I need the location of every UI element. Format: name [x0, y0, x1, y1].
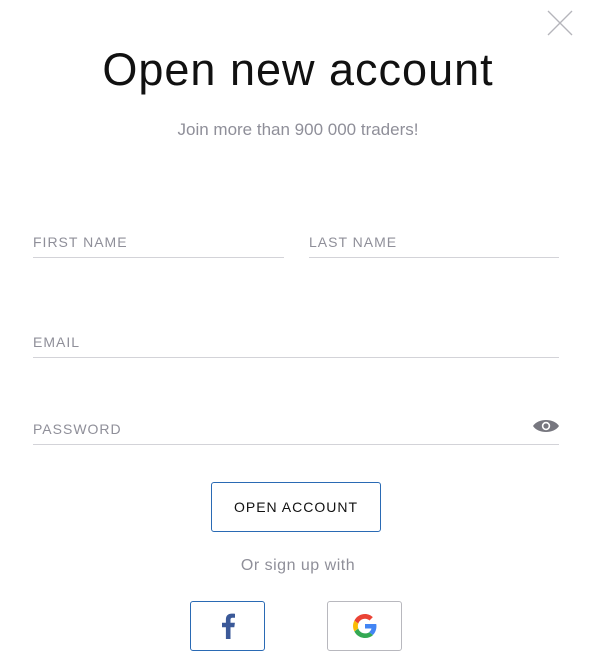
facebook-icon: [221, 613, 235, 639]
open-account-button[interactable]: OPEN ACCOUNT: [211, 482, 381, 532]
first-name-input[interactable]: [33, 227, 284, 257]
password-field: [33, 414, 559, 445]
last-name-input[interactable]: [309, 227, 559, 257]
google-signup-button[interactable]: [327, 601, 402, 651]
email-field: [33, 327, 559, 358]
google-icon: [352, 614, 376, 638]
close-icon: [547, 10, 573, 36]
page-subtitle: Join more than 900 000 traders!: [177, 120, 419, 139]
close-button[interactable]: [546, 9, 574, 37]
email-input[interactable]: [33, 327, 559, 357]
first-name-field: [33, 227, 284, 258]
social-signup-prompt: Or sign up with: [240, 557, 356, 574]
show-password-toggle[interactable]: [532, 417, 560, 435]
page-title: Open new account: [102, 44, 494, 95]
facebook-signup-button[interactable]: [190, 601, 265, 651]
password-input[interactable]: [33, 414, 559, 444]
last-name-field: [309, 227, 559, 258]
eye-icon: [533, 420, 559, 432]
